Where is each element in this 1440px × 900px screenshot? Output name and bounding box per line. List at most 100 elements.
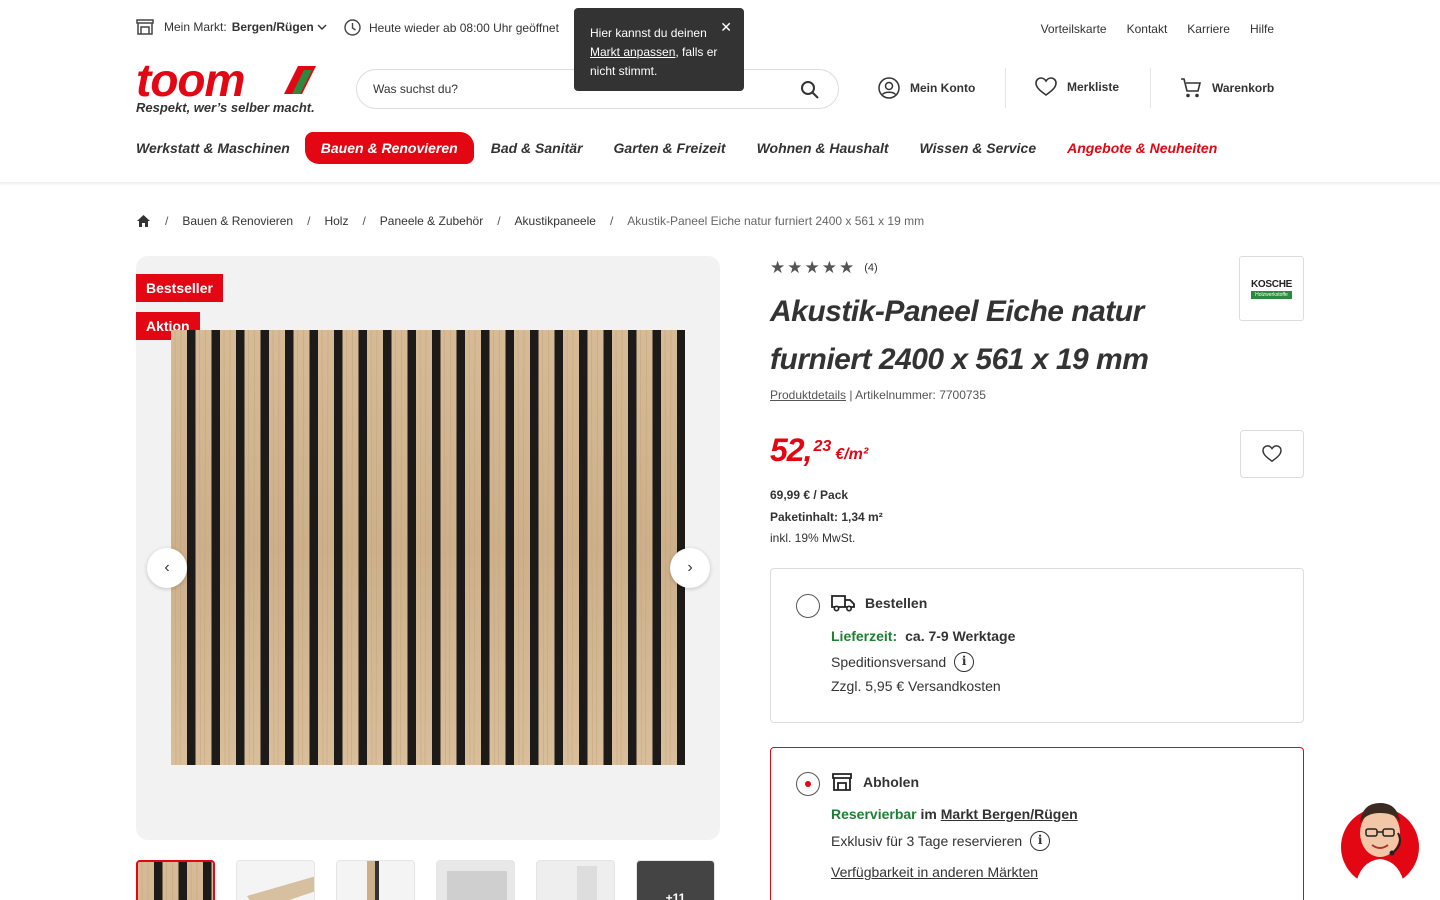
thumbnail-more[interactable]: +11 — [636, 860, 715, 900]
nav-angebote[interactable]: Angebote & Neuheiten — [1067, 140, 1217, 156]
store-icon — [136, 19, 154, 35]
product-details-link[interactable]: Produktdetails — [770, 388, 846, 402]
cart-icon — [1181, 78, 1202, 98]
link-hilfe[interactable]: Hilfe — [1250, 22, 1274, 36]
heart-icon — [1035, 77, 1057, 96]
pickup-radio[interactable] — [796, 772, 820, 796]
crumb-paneele[interactable]: Paneele & Zubehör — [380, 214, 483, 228]
pickup-availability: Reservierbar im Markt Bergen/Rügen — [831, 806, 1078, 822]
breadcrumb: / Bauen & Renovieren / Holz / Paneele & … — [136, 214, 924, 228]
thumbnail-image — [337, 861, 414, 900]
divider — [1005, 68, 1006, 108]
tooltip-store-link[interactable]: Markt anpassen — [590, 45, 675, 59]
delivery-time: Lieferzeit: ca. 7-9 Werktage — [831, 628, 1015, 644]
product-title: Akustik-Paneel Eiche natur furniert 2400… — [770, 295, 1149, 376]
pickup-title: Abholen — [863, 774, 919, 790]
link-karriere[interactable]: Karriere — [1187, 22, 1230, 36]
link-kontakt[interactable]: Kontakt — [1127, 22, 1168, 36]
breadcrumb-separator: / — [609, 214, 614, 228]
pack-price: 69,99 € / Pack — [770, 488, 849, 502]
tax-note: inkl. 19% MwSt. — [770, 531, 856, 545]
chat-assistant-avatar[interactable] — [1340, 795, 1420, 887]
store-value[interactable]: Bergen/Rügen — [232, 20, 314, 34]
nav-bauen-renovieren[interactable]: Bauen & Renovieren — [304, 132, 474, 164]
crumb-bauen[interactable]: Bauen & Renovieren — [182, 214, 293, 228]
delivery-radio[interactable] — [796, 594, 820, 618]
account-button[interactable]: Mein Konto — [878, 77, 975, 99]
opening-hours: Heute wieder ab 08:00 Uhr geöffnet — [344, 19, 559, 36]
shipping-cost: Zzgl. 5,95 € Versandkosten — [831, 678, 1001, 694]
store-tooltip: Hier kannst du deinen Markt anpassen, fa… — [574, 8, 744, 91]
info-icon[interactable]: i — [954, 652, 975, 672]
tooltip-text-before: Hier kannst du deinen — [590, 26, 707, 40]
price: 52, 23 €/m² — [770, 432, 868, 469]
opening-text: Heute wieder ab 08:00 Uhr geöffnet — [369, 20, 559, 35]
search-icon[interactable] — [800, 80, 820, 100]
logo[interactable]: toom Respekt, wer’s selber macht. — [136, 57, 326, 115]
pickup-heading: Abholen — [831, 773, 919, 791]
brand-name: KOSCHE — [1251, 278, 1292, 290]
price-main: 52, — [770, 432, 812, 468]
store-label: Mein Markt: — [164, 20, 227, 34]
more-images-count: +11 — [637, 861, 714, 900]
crumb-holz[interactable]: Holz — [324, 214, 348, 228]
cart-button[interactable]: Warenkorb — [1180, 77, 1274, 99]
price-cents: 23 — [813, 438, 832, 455]
logo-flag-icon — [284, 66, 316, 94]
gallery-prev-button[interactable]: ‹ — [147, 548, 187, 588]
star-icon: ★ — [770, 258, 786, 277]
delivery-heading: Bestellen — [831, 594, 927, 612]
wishlist-label: Merkliste — [1067, 80, 1120, 94]
crumb-akustikpaneele[interactable]: Akustikpaneele — [515, 214, 596, 228]
shipping-type-label: Speditionsversand — [831, 654, 947, 670]
home-icon[interactable] — [136, 214, 151, 228]
thumbnail[interactable] — [436, 860, 515, 900]
reservable-label: Reservierbar — [831, 806, 917, 822]
nav-werkstatt[interactable]: Werkstatt & Maschinen — [136, 140, 290, 156]
thumbnail-image — [437, 861, 514, 900]
star-icon: ★ — [787, 258, 803, 277]
thumbnail[interactable] — [136, 860, 215, 900]
reserve-note-text: Exklusiv für 3 Tage reservieren — [831, 833, 1023, 849]
nav-wissen-service[interactable]: Wissen & Service — [920, 140, 1037, 156]
thumbnail[interactable] — [336, 860, 415, 900]
delivery-title: Bestellen — [865, 595, 928, 611]
star-icon: ★ — [839, 258, 855, 277]
brand-logo[interactable]: KOSCHE Holzwerkstoffe — [1239, 256, 1304, 321]
other-markets-link[interactable]: Verfügbarkeit in anderen Märkten — [831, 864, 1038, 880]
chevron-down-icon[interactable] — [317, 23, 327, 31]
truck-icon — [831, 595, 855, 612]
breadcrumb-separator: / — [362, 214, 366, 228]
nav-bad-sanitaer[interactable]: Bad & Sanitär — [491, 140, 583, 156]
wishlist-button[interactable]: Merkliste — [1035, 77, 1119, 97]
nav-wohnen-haushalt[interactable]: Wohnen & Haushalt — [757, 140, 889, 156]
shipping-type: Speditionsversand i — [831, 652, 975, 672]
badge-bestseller: Bestseller — [136, 274, 223, 302]
store-selector[interactable]: Mein Markt: Bergen/Rügen — [136, 19, 327, 35]
close-icon[interactable]: ✕ — [720, 20, 732, 34]
pickup-market-link[interactable]: Markt Bergen/Rügen — [941, 806, 1078, 822]
link-vorteilskarte[interactable]: Vorteilskarte — [1041, 22, 1107, 36]
info-icon[interactable]: i — [1030, 831, 1051, 851]
nav-shadow — [0, 182, 1440, 186]
product-image — [171, 330, 685, 765]
delivery-option[interactable]: Bestellen Lieferzeit: ca. 7-9 Werktage S… — [770, 568, 1304, 723]
thumbnail[interactable] — [536, 860, 615, 900]
rating[interactable]: ★ ★ ★ ★ ★ (4) — [770, 258, 878, 278]
user-icon — [878, 77, 900, 99]
add-to-wishlist-button[interactable] — [1240, 430, 1304, 478]
breadcrumb-separator: / — [497, 214, 501, 228]
main-nav: Werkstatt & Maschinen Bauen & Renovieren… — [136, 130, 1248, 166]
article-line: Produktdetails | Artikelnummer: 7700735 — [770, 388, 986, 402]
account-label: Mein Konto — [910, 81, 976, 95]
thumbnail-image — [537, 861, 614, 900]
thumbnail[interactable] — [236, 860, 315, 900]
clock-icon — [344, 19, 361, 36]
store-icon — [832, 773, 852, 791]
crumb-current: Akustik-Paneel Eiche natur furniert 2400… — [627, 214, 925, 228]
pickup-option[interactable]: Abholen Reservierbar im Markt Bergen/Rüg… — [770, 747, 1304, 900]
nav-garten-freizeit[interactable]: Garten & Freizeit — [614, 140, 726, 156]
chevron-left-icon: ‹ — [164, 559, 170, 576]
product-gallery: Bestseller Aktion ‹ › — [136, 256, 720, 840]
gallery-next-button[interactable]: › — [670, 548, 710, 588]
